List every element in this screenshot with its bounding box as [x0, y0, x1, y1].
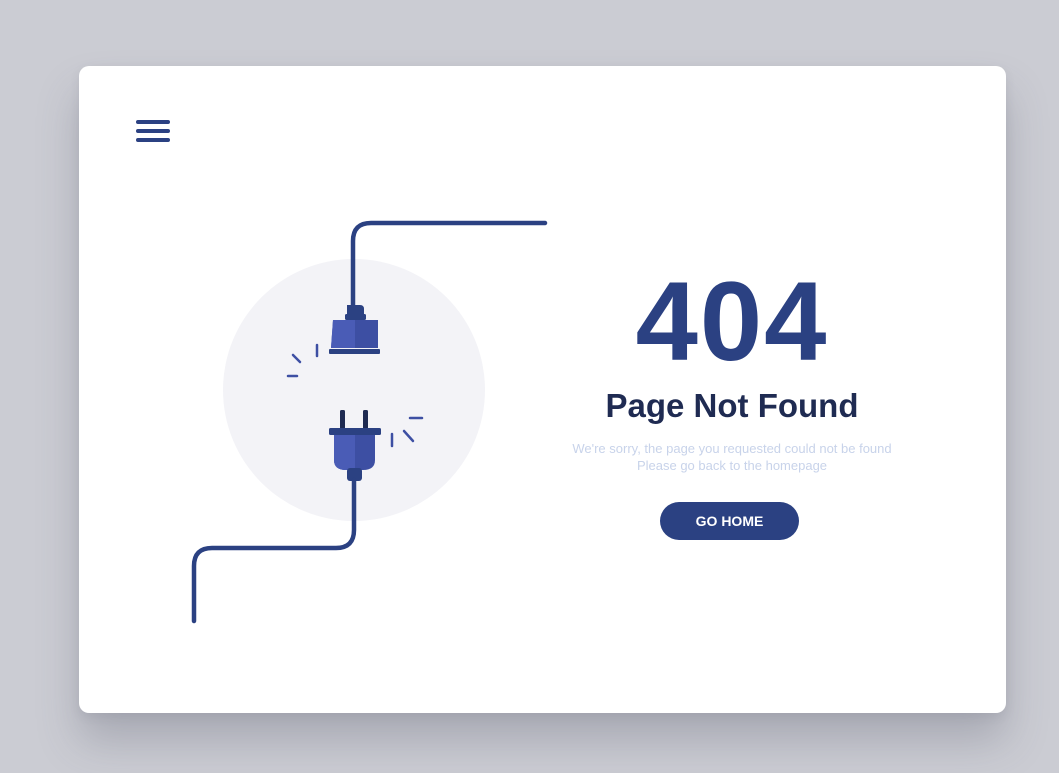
error-code: 404 — [635, 259, 829, 384]
hamburger-menu-icon[interactable] — [136, 120, 170, 142]
unplugged-socket-icon — [329, 305, 380, 354]
cable-icon — [350, 220, 548, 311]
error-card: 404 Page Not Found We're sorry, the page… — [79, 66, 1006, 713]
error-message-line: Please go back to the homepage — [636, 458, 828, 473]
go-home-button[interactable]: GO HOME — [660, 502, 799, 540]
unplugged-plug-icon — [329, 410, 381, 481]
page-title: Page Not Found — [605, 387, 859, 424]
illustration-circle — [223, 259, 485, 521]
error-message: We're sorry, the page you requested coul… — [532, 440, 932, 474]
error-message-line: We're sorry, the page you requested coul… — [572, 441, 892, 456]
spark-icon — [286, 343, 319, 378]
